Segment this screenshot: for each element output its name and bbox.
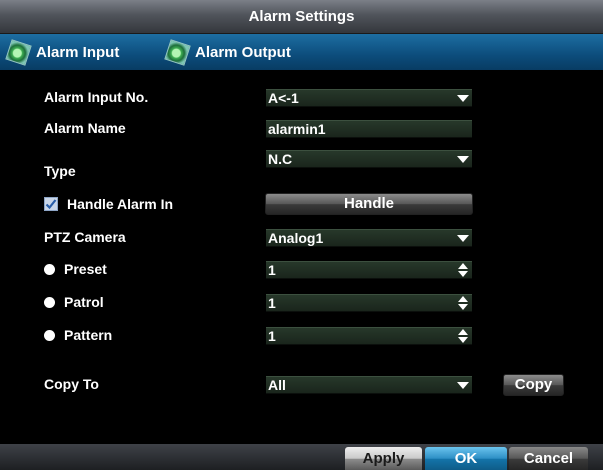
alarm-name-label: Alarm Name — [44, 120, 126, 136]
spinner-down-icon[interactable] — [458, 304, 468, 310]
chevron-down-icon — [457, 95, 469, 102]
copy-button[interactable]: Copy — [503, 374, 564, 396]
preset-stepper[interactable]: 1 — [266, 261, 472, 279]
tab-alarm-input[interactable]: Alarm Input — [0, 34, 185, 70]
copy-to-value: All — [268, 377, 286, 393]
alarm-input-no-value: A<-1 — [268, 90, 299, 106]
alarm-name-input[interactable]: alarmin1 — [266, 120, 472, 138]
spinner-icon[interactable] — [458, 263, 468, 277]
chevron-down-icon — [457, 156, 469, 163]
monitor-icon — [5, 38, 32, 66]
dialog-title: Alarm Settings — [0, 0, 603, 34]
patrol-stepper[interactable]: 1 — [266, 294, 472, 312]
spinner-up-icon[interactable] — [458, 263, 468, 269]
spinner-down-icon[interactable] — [458, 337, 468, 343]
type-value: N.C — [268, 151, 293, 167]
preset-value: 1 — [268, 262, 276, 278]
spinner-icon[interactable] — [458, 296, 468, 310]
alarm-name-value: alarmin1 — [268, 121, 326, 137]
checkmark-icon — [45, 199, 57, 210]
tab-alarm-input-label: Alarm Input — [36, 43, 120, 61]
spinner-up-icon[interactable] — [458, 296, 468, 302]
pattern-label: Pattern — [64, 327, 113, 343]
pattern-radio-row[interactable]: Pattern — [44, 327, 112, 343]
copy-to-label: Copy To — [44, 376, 99, 392]
pattern-value: 1 — [268, 328, 276, 344]
apply-button[interactable]: Apply — [345, 447, 422, 470]
chevron-down-icon — [457, 382, 469, 389]
pattern-stepper[interactable]: 1 — [266, 327, 472, 345]
alarm-settings-dialog: Alarm Settings Alarm Input Alarm Output … — [0, 0, 603, 470]
tab-bar: Alarm Input Alarm Output — [0, 34, 603, 70]
handle-alarm-in-label: Handle Alarm In — [67, 196, 174, 212]
ptz-camera-value: Analog1 — [268, 230, 324, 246]
chevron-down-icon — [457, 235, 469, 242]
cancel-button[interactable]: Cancel — [509, 447, 588, 470]
ptz-camera-select[interactable]: Analog1 — [266, 229, 472, 247]
type-label: Type — [44, 163, 76, 179]
tab-alarm-output[interactable]: Alarm Output — [159, 34, 319, 70]
pattern-radio[interactable] — [44, 329, 55, 341]
copy-to-select[interactable]: All — [266, 376, 472, 394]
spinner-icon[interactable] — [458, 329, 468, 343]
type-select[interactable]: N.C — [266, 150, 472, 168]
handle-alarm-in-checkbox-row[interactable]: Handle Alarm In — [44, 196, 173, 212]
patrol-radio-row[interactable]: Patrol — [44, 294, 104, 310]
monitor-icon — [164, 38, 191, 66]
handle-button[interactable]: Handle — [265, 193, 473, 215]
tab-alarm-output-label: Alarm Output — [195, 43, 291, 61]
ok-button[interactable]: OK — [425, 447, 507, 470]
patrol-radio[interactable] — [44, 296, 55, 308]
patrol-value: 1 — [268, 295, 276, 311]
alarm-input-no-select[interactable]: A<-1 — [266, 89, 472, 107]
patrol-label: Patrol — [64, 294, 104, 310]
preset-radio[interactable] — [44, 263, 55, 275]
spinner-down-icon[interactable] — [458, 271, 468, 277]
ptz-camera-label: PTZ Camera — [44, 229, 126, 245]
spinner-up-icon[interactable] — [458, 329, 468, 335]
preset-label: Preset — [64, 261, 107, 277]
alarm-input-no-label: Alarm Input No. — [44, 89, 149, 105]
handle-alarm-in-checkbox[interactable] — [44, 197, 58, 211]
preset-radio-row[interactable]: Preset — [44, 261, 107, 277]
